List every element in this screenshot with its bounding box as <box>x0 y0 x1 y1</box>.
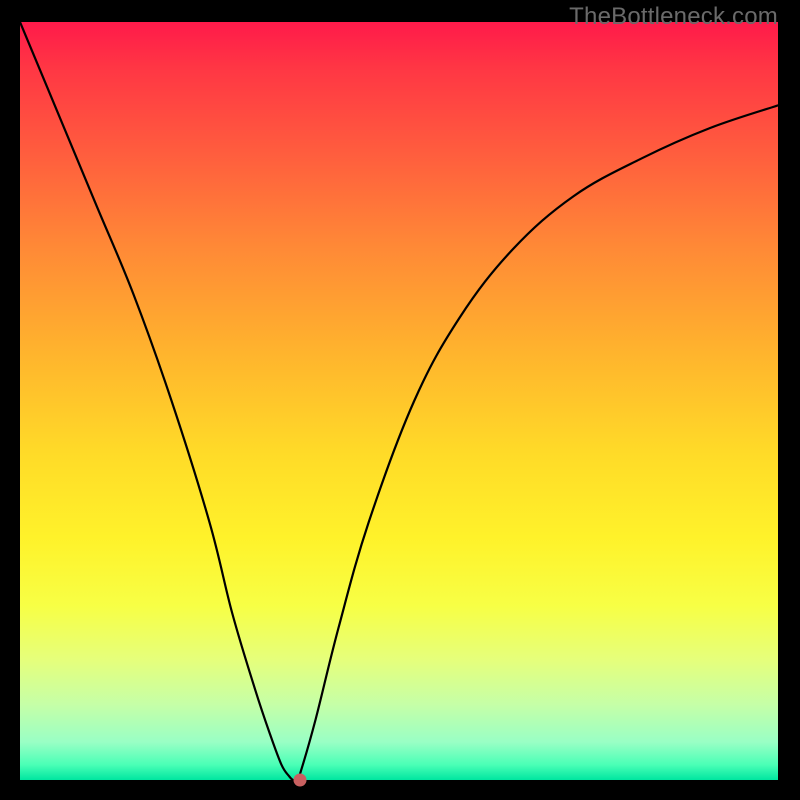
minimum-marker <box>294 774 307 787</box>
plot-area <box>20 22 778 780</box>
bottleneck-curve <box>20 22 778 780</box>
watermark-label: TheBottleneck.com <box>569 3 778 31</box>
chart-frame: TheBottleneck.com <box>0 0 800 800</box>
